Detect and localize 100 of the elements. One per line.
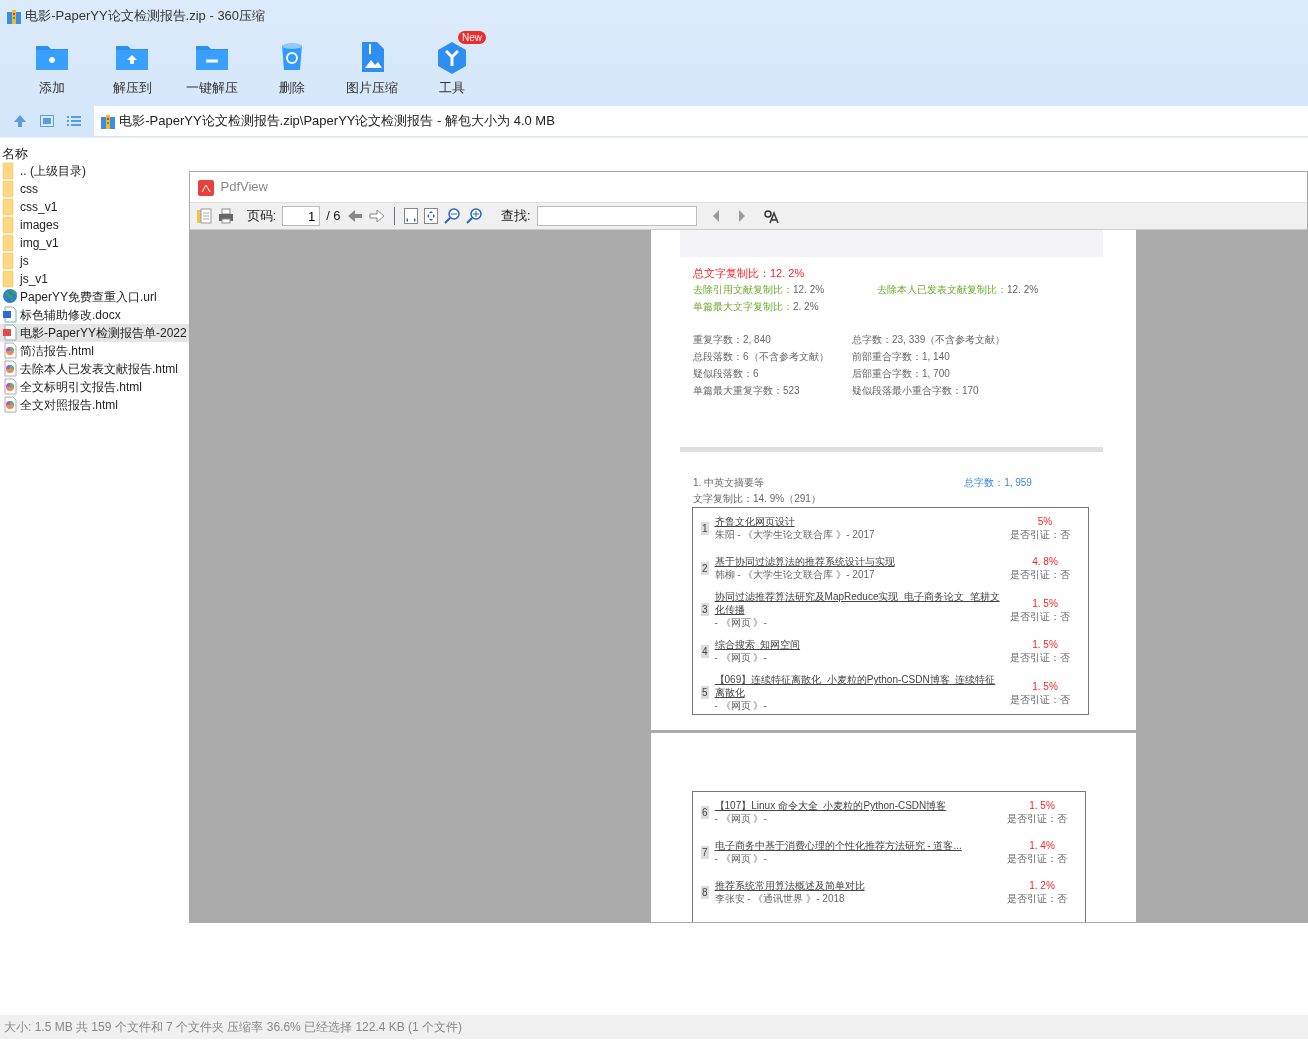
archive-icon: [6, 8, 22, 25]
file-row[interactable]: js: [0, 252, 189, 270]
statistic: 前部重合字数：1, 140: [852, 350, 951, 363]
ratio-label: 单篇最大文字复制比：: [693, 301, 793, 312]
page-label: 页码:: [246, 207, 277, 226]
zoom-out-icon[interactable]: [444, 208, 461, 224]
copy-percentage: 1. 5%: [1031, 638, 1059, 652]
toolbar-button[interactable]: 图片压缩: [332, 32, 412, 105]
print-icon[interactable]: [218, 208, 234, 224]
file-row[interactable]: 简洁报告.html: [0, 342, 189, 360]
source-number: 6: [701, 805, 709, 819]
copy-percentage: 1. 5%: [1031, 679, 1059, 693]
statistic: 疑似段落最小重合字数：170: [852, 384, 980, 397]
file-row[interactable]: js_v1: [0, 270, 189, 288]
status-bar: 大小: 1.5 MB 共 159 个文件和 7 个文件夹 压缩率 36.6% 已经选择 122.4 KB (1 个文件): [0, 1015, 1308, 1039]
new-badge: New: [458, 31, 486, 44]
copy-percentage: 4. 8%: [1031, 555, 1059, 569]
source-title-link[interactable]: 【069】连续特征离散化_小麦粒的Python-CSDN博客_连续特征离散化: [714, 673, 1004, 700]
copy-percentage: 1. 5%: [1031, 596, 1059, 610]
source-title-link[interactable]: 【107】Linux 命令大全_小麦粒的Python-CSDN博客: [714, 799, 1001, 812]
up-arrow-icon[interactable]: [13, 114, 27, 128]
zoom-in-icon[interactable]: [466, 208, 483, 224]
copy-percentage: 1. 5%: [1028, 799, 1056, 812]
citation-status: 是否引证：否: [1007, 892, 1068, 905]
source-meta: - 《网页 》-: [714, 699, 768, 713]
total-copy-ratio: 总文字复制比：12. 2%: [693, 266, 806, 280]
word-count: 总字数：1, 959: [964, 476, 1032, 489]
page-number-field[interactable]: 1: [282, 206, 321, 226]
source-title-link[interactable]: 协同过滤推荐算法研究及MapReduce实现_电子商务论文_笔耕文化传播: [714, 590, 1004, 617]
citation-status: 是否引证：否: [1010, 692, 1071, 706]
source-number: 1: [701, 521, 709, 535]
file-row[interactable]: .. (上级目录): [0, 162, 189, 180]
copy-percentage: 1. 2%: [1028, 879, 1056, 892]
fit-width-icon[interactable]: [404, 208, 419, 224]
source-title-link[interactable]: 齐鲁文化网页设计: [714, 515, 1004, 529]
font-options-icon[interactable]: [762, 208, 779, 224]
ratio-label: 去除引用文献复制比：: [693, 284, 793, 295]
section-title: 1. 中英文摘要等: [693, 476, 765, 489]
source-number: 3: [701, 603, 709, 617]
forward-arrow-icon[interactable]: [368, 209, 385, 223]
back-arrow-icon[interactable]: [346, 209, 363, 223]
file-row[interactable]: 标色辅助修改.docx: [0, 306, 189, 324]
file-row[interactable]: PaperYY免费查重入口.url: [0, 288, 189, 306]
toolbar-button[interactable]: 解压到: [92, 32, 172, 105]
copy-percentage: 5%: [1036, 515, 1054, 529]
window-title: 电影-PaperYY论文检测报告.zip - 360压缩: [25, 7, 266, 26]
statistic: 疑似段落数：6: [693, 367, 760, 380]
file-row[interactable]: 全文标明引文报告.html: [0, 378, 189, 396]
find-field[interactable]: [536, 206, 697, 226]
citation-status: 是否引证：否: [1010, 651, 1071, 665]
citation-status: 是否引证：否: [1010, 609, 1071, 623]
file-row[interactable]: css_v1: [0, 198, 189, 216]
toolbar-button[interactable]: 添加: [12, 32, 92, 105]
toolbar-button[interactable]: 删除: [252, 32, 332, 105]
view-icon[interactable]: [40, 115, 54, 127]
statistic: 总字数：23, 339（不含参考文献）: [852, 333, 1007, 346]
page-total: / 6: [326, 207, 341, 226]
address-field[interactable]: 电影-PaperYY论文检测报告.zip\PaperYY论文检测报告 - 解包大小为 4.0 MB: [94, 106, 1308, 136]
ratio-value: 12. 2%: [1007, 284, 1039, 295]
statistic: 重复字数：2, 840: [693, 333, 772, 346]
ratio-value: 2. 2%: [793, 301, 819, 312]
find-label: 查找:: [501, 207, 531, 226]
file-row[interactable]: img_v1: [0, 234, 189, 252]
source-meta: 韩柳 - 《大学生论文联合库 》- 2017: [714, 568, 876, 582]
ratio-label: 去除本人已发表文献复制比：: [877, 284, 1007, 295]
statistic: 单篇最大重复字数：523: [693, 384, 801, 397]
pdf-app-icon: [198, 179, 214, 196]
archive-icon: [100, 113, 116, 130]
section-ratio: 文字复制比：14. 9%（291）: [693, 492, 822, 506]
file-row[interactable]: 电影-PaperYY检测报告单-2022: [0, 324, 189, 342]
list-icon[interactable]: [67, 115, 81, 127]
file-row[interactable]: 去除本人已发表文献报告.html: [0, 360, 189, 378]
source-title-link[interactable]: 电子商务中基于消费心理的个性化推荐方法研究 - 道客...: [714, 839, 1001, 852]
source-meta: - 《网页 》-: [714, 651, 768, 665]
toolbar-button[interactable]: 一键解压: [172, 32, 252, 105]
source-meta: - 《网页 》-: [714, 616, 768, 630]
next-icon[interactable]: [736, 209, 747, 223]
source-meta: - 《网页 》-: [714, 852, 768, 865]
open-document-icon[interactable]: [196, 208, 212, 224]
citation-status: 是否引证：否: [1010, 568, 1071, 582]
citation-status: 是否引证：否: [1007, 852, 1068, 865]
file-row[interactable]: images: [0, 216, 189, 234]
statistic: 后部重合字数：1, 700: [852, 367, 951, 380]
column-header[interactable]: 名称: [0, 138, 1308, 162]
ratio-value: 12. 2%: [793, 284, 825, 295]
source-number: 4: [701, 644, 709, 658]
source-title-link[interactable]: 推荐系统常用算法概述及简单对比: [714, 879, 1001, 892]
source-meta: - 《网页 》-: [714, 812, 768, 825]
file-row[interactable]: css: [0, 180, 189, 198]
copy-percentage: 1. 4%: [1028, 839, 1056, 852]
file-row[interactable]: 全文对照报告.html: [0, 396, 189, 414]
fit-page-icon[interactable]: [424, 208, 439, 224]
source-title-link[interactable]: 综合搜索_知网空间: [714, 638, 1004, 652]
citation-status: 是否引证：否: [1010, 528, 1071, 542]
statistic: 总段落数：6（不含参考文献）: [693, 350, 830, 363]
citation-status: 是否引证：否: [1007, 812, 1068, 825]
source-title-link[interactable]: 基于协同过滤算法的推荐系统设计与实现: [714, 555, 1004, 569]
source-number: 5: [701, 686, 709, 700]
toolbar-button[interactable]: New 工具: [412, 32, 492, 105]
source-meta: 朱阳 - 《大学生论文联合库 》- 2017: [714, 528, 876, 542]
